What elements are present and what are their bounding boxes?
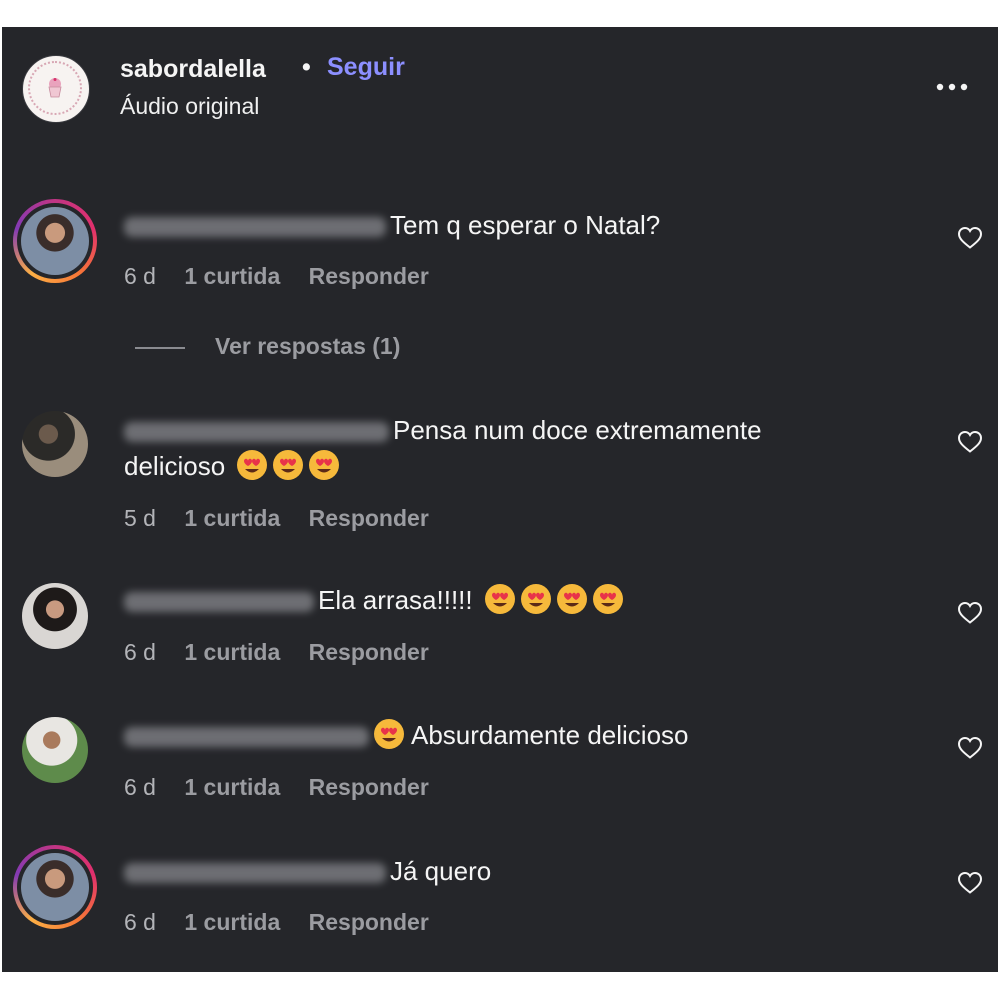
comment-text: Absurdamente delicioso (411, 720, 689, 750)
commenter-avatar[interactable] (22, 717, 88, 783)
comment-text: Pensa num doce extremamente (393, 415, 762, 445)
comment-likes[interactable]: 1 curtida (184, 505, 280, 531)
audio-label[interactable]: Áudio original (120, 93, 259, 120)
blurred-username[interactable] (124, 863, 386, 884)
like-heart-icon[interactable] (957, 736, 983, 760)
replies-divider (135, 347, 185, 349)
comment-text-row: Absurdamente delicioso (124, 717, 884, 753)
heart-eyes-emoji (556, 584, 587, 614)
comment-likes[interactable]: 1 curtida (184, 639, 280, 665)
comment-age: 6 d (124, 639, 156, 665)
heart-eyes-emoji (484, 584, 515, 614)
commenter-avatar[interactable] (13, 199, 97, 283)
post-author-username[interactable]: sabordalella (120, 55, 266, 84)
comment-meta: 6 d 1 curtida Responder (124, 909, 451, 936)
heart-eyes-emoji (273, 450, 304, 480)
comment-likes[interactable]: 1 curtida (184, 263, 280, 289)
heart-eyes-emoji (592, 584, 623, 614)
comment-text-row: Pensa num doce extremamente delicioso (124, 412, 884, 484)
comment-text: Tem q esperar o Natal? (390, 210, 661, 240)
more-options-icon[interactable] (932, 79, 972, 95)
reply-button[interactable]: Responder (309, 505, 429, 531)
avatar-photo (21, 207, 89, 275)
comment-text-row: Tem q esperar o Natal? (124, 207, 884, 243)
comment-meta: 6 d 1 curtida Responder (124, 263, 451, 290)
brand-avatar[interactable] (22, 55, 90, 123)
avatar-photo (21, 853, 89, 921)
blurred-username[interactable] (124, 727, 369, 748)
blurred-username[interactable] (124, 217, 386, 238)
comment-text: Já quero (390, 856, 492, 886)
like-heart-icon[interactable] (957, 871, 983, 895)
comment-meta: 6 d 1 curtida Responder (124, 774, 451, 801)
comment-likes[interactable]: 1 curtida (184, 909, 280, 935)
follow-button[interactable]: Seguir (327, 53, 405, 82)
comment-meta: 5 d 1 curtida Responder (124, 505, 451, 532)
like-heart-icon[interactable] (957, 226, 983, 250)
heart-eyes-emoji (374, 719, 404, 749)
commenter-avatar[interactable] (22, 411, 88, 477)
like-heart-icon[interactable] (957, 601, 983, 625)
separator-dot: • (302, 53, 311, 81)
comment-text-row: Ela arrasa!!!!! (124, 582, 884, 618)
comment-text-line2: delicioso (124, 451, 226, 481)
comment-text-row: Já quero (124, 853, 884, 889)
blurred-username[interactable] (124, 422, 389, 443)
like-heart-icon[interactable] (957, 430, 983, 454)
reply-button[interactable]: Responder (309, 909, 429, 935)
reply-button[interactable]: Responder (309, 774, 429, 800)
comment-likes[interactable]: 1 curtida (184, 774, 280, 800)
comments-panel: sabordalella • Seguir Áudio original Tem… (2, 27, 998, 972)
reply-button[interactable]: Responder (309, 639, 429, 665)
reply-button[interactable]: Responder (309, 263, 429, 289)
comment-age: 6 d (124, 774, 156, 800)
comment-age: 5 d (124, 505, 156, 531)
commenter-avatar[interactable] (13, 845, 97, 929)
heart-eyes-emoji (237, 450, 268, 480)
cupcake-logo-icon (48, 78, 62, 98)
commenter-avatar[interactable] (22, 583, 88, 649)
heart-eyes-emoji (520, 584, 551, 614)
view-replies-button[interactable]: Ver respostas (1) (215, 333, 400, 360)
blurred-username[interactable] (124, 592, 314, 613)
heart-eyes-emoji (309, 450, 340, 480)
comment-text: Ela arrasa!!!!! (318, 585, 473, 615)
comment-age: 6 d (124, 909, 156, 935)
comment-age: 6 d (124, 263, 156, 289)
comment-meta: 6 d 1 curtida Responder (124, 639, 451, 666)
